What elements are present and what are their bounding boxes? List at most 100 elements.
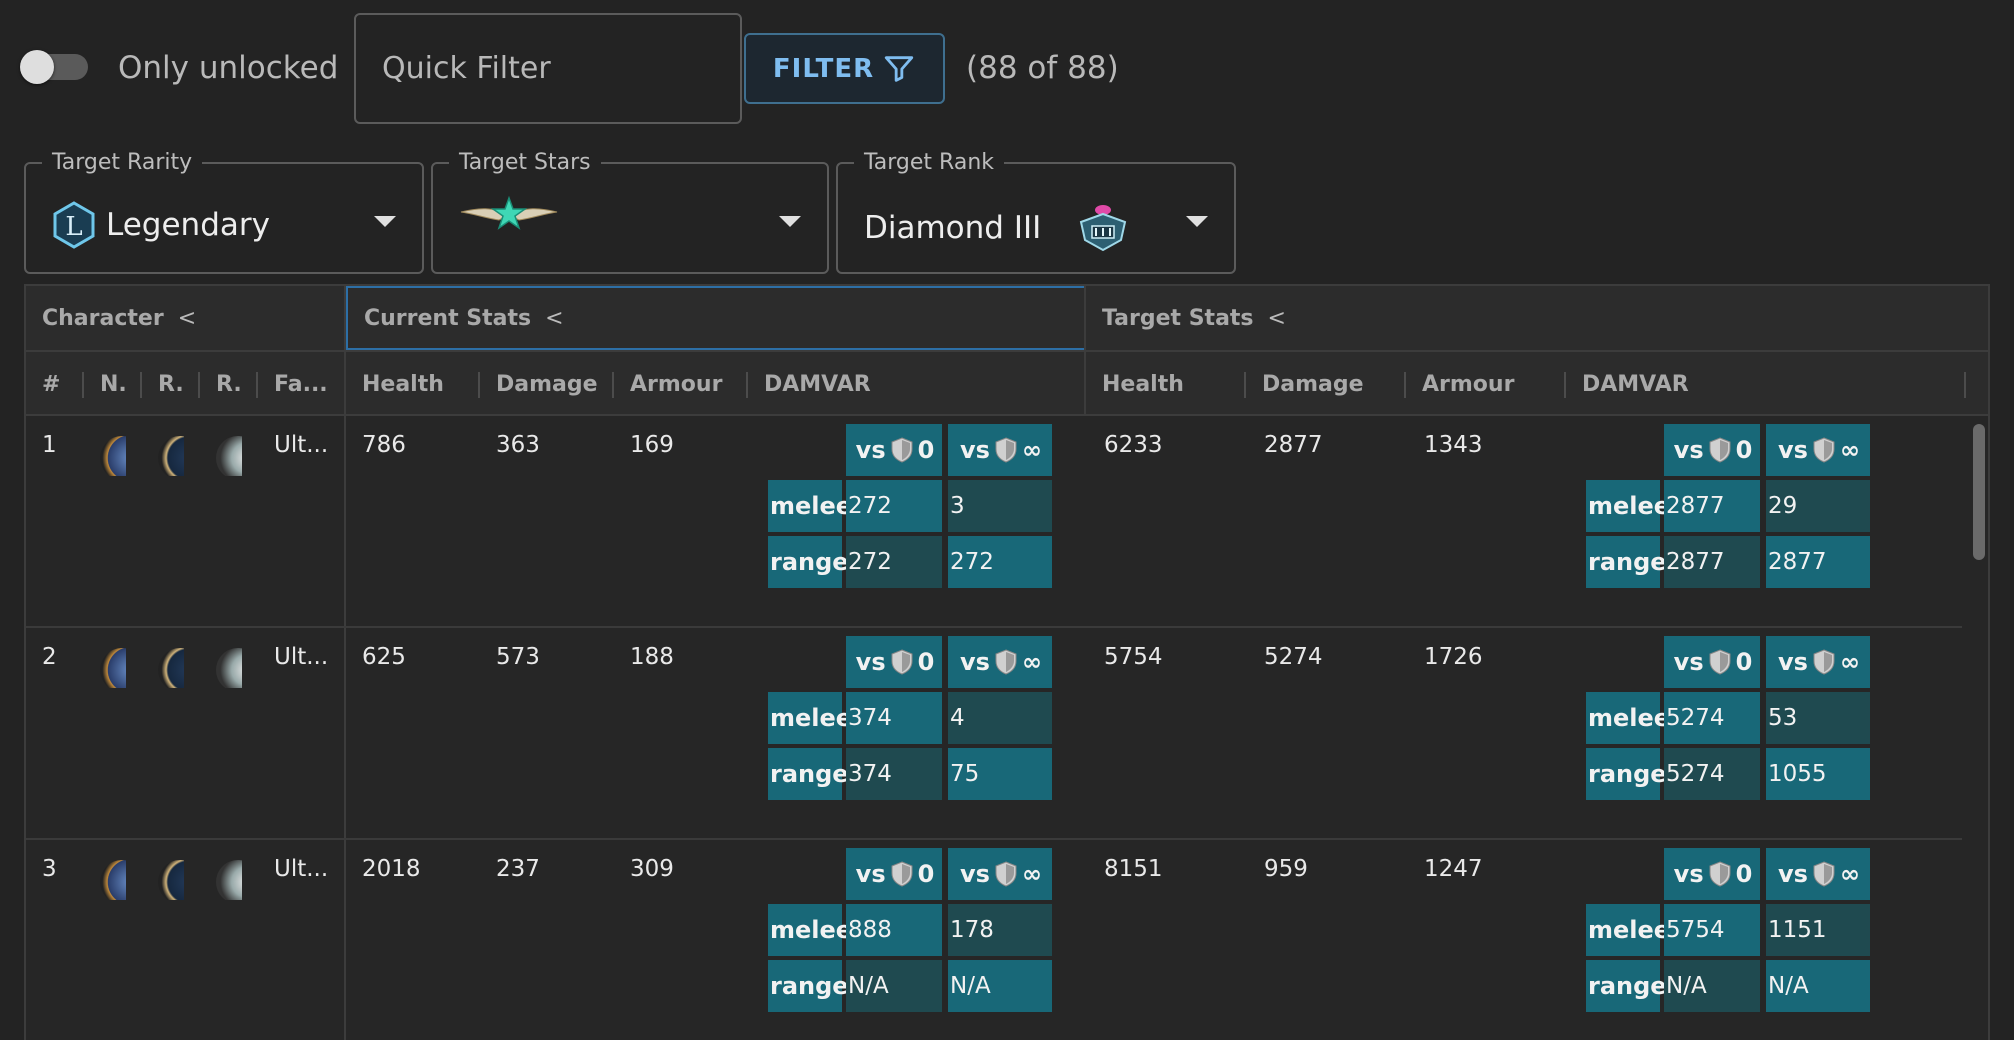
melee-label: melee	[768, 904, 852, 956]
shield-icon	[891, 861, 913, 887]
melee-vs-zero: 2877	[1664, 480, 1760, 532]
range-vs-zero: 374	[846, 748, 942, 800]
vs-zero-armour-header: vs 0	[1664, 636, 1760, 688]
row-faction: Ult...	[274, 644, 329, 670]
col-current-health[interactable]: Health	[346, 352, 480, 416]
chevron-left-icon[interactable]: <	[1268, 306, 1286, 331]
target-rank-value: Diamond III	[864, 210, 1042, 246]
col-faction[interactable]: Fa...	[258, 352, 346, 416]
col-rarity[interactable]: R.	[142, 352, 200, 416]
col-target-armour[interactable]: Armour	[1406, 352, 1566, 416]
col-current-damage[interactable]: Damage	[480, 352, 614, 416]
current-damage: 363	[496, 432, 540, 458]
target-armour: 1726	[1424, 644, 1483, 670]
col-rank[interactable]: R.	[200, 352, 258, 416]
melee-label: melee	[1586, 692, 1670, 744]
col-number[interactable]: #	[26, 352, 84, 416]
vertical-scrollbar[interactable]	[1966, 416, 1988, 1040]
melee-vs-inf: 53	[1766, 692, 1870, 744]
current-damage: 237	[496, 856, 540, 882]
table-row[interactable]: 2 Ult... 625 573 188 vs 0 vs ∞ melee 374 4 rang…	[26, 628, 1962, 840]
target-damage: 5274	[1264, 644, 1323, 670]
range-label: range	[1586, 748, 1667, 800]
melee-label: melee	[1586, 904, 1670, 956]
shield-icon	[1813, 861, 1835, 887]
only-unlocked-label: Only unlocked	[118, 50, 339, 86]
col-current-damvar[interactable]: DAMVAR	[748, 352, 1086, 416]
quick-filter-input[interactable]	[354, 13, 742, 124]
rank-badge-icon	[216, 436, 242, 476]
table-row[interactable]: 3 Ult... 2018 237 309 vs 0 vs ∞ melee 888 178 r…	[26, 840, 1962, 1040]
vs-inf-armour-header: vs ∞	[1766, 636, 1870, 688]
target-rarity-value: Legendary	[106, 207, 270, 243]
shield-icon	[891, 649, 913, 675]
current-health: 625	[362, 644, 406, 670]
range-vs-inf: 75	[948, 748, 1052, 800]
range-label: range	[768, 536, 849, 588]
vs-zero-armour-header: vs 0	[846, 848, 942, 900]
shield-icon	[1813, 649, 1835, 675]
chevron-down-icon	[374, 216, 396, 227]
table-row[interactable]: 1 Ult... 786 363 169 vs 0 vs ∞ melee 272 3 rang…	[26, 416, 1962, 628]
col-current-armour[interactable]: Armour	[614, 352, 748, 416]
target-rarity-select[interactable]: Target Rarity L Legendary	[24, 150, 424, 274]
filter-button-label: FILTER	[772, 53, 875, 84]
melee-vs-zero: 272	[846, 480, 942, 532]
character-stats-grid: Character < Current Stats < Target Stats < …	[24, 284, 1990, 1040]
current-health: 786	[362, 432, 406, 458]
range-vs-inf: 2877	[1766, 536, 1870, 588]
result-count: (88 of 88)	[966, 50, 1119, 86]
shield-icon	[891, 437, 913, 463]
target-stars-label: Target Stars	[449, 150, 601, 175]
range-vs-inf: 272	[948, 536, 1052, 588]
col-target-damage[interactable]: Damage	[1246, 352, 1406, 416]
row-number: 2	[42, 644, 57, 670]
legendary-rarity-icon: L	[53, 201, 95, 249]
character-portrait-icon	[100, 860, 126, 900]
group-character[interactable]: Character <	[26, 286, 346, 350]
melee-vs-zero: 374	[846, 692, 942, 744]
melee-vs-inf: 4	[948, 692, 1052, 744]
rarity-badge-icon	[158, 648, 184, 688]
character-portrait-icon	[100, 648, 126, 688]
target-stars-select[interactable]: Target Stars	[431, 150, 829, 274]
current-armour: 188	[630, 644, 674, 670]
character-portrait-icon	[100, 436, 126, 476]
melee-vs-inf: 1151	[1766, 904, 1870, 956]
group-current-stats[interactable]: Current Stats <	[346, 286, 1086, 350]
row-number: 1	[42, 432, 57, 458]
melee-label: melee	[768, 692, 852, 744]
rarity-badge-icon	[158, 860, 184, 900]
col-name[interactable]: N.	[84, 352, 142, 416]
row-faction: Ult...	[274, 856, 329, 882]
col-target-damvar[interactable]: DAMVAR	[1566, 352, 1966, 416]
chevron-left-icon[interactable]: <	[178, 306, 196, 331]
svg-text:L: L	[65, 212, 82, 242]
diamond-rank-icon	[1080, 205, 1127, 252]
winged-star-icon	[460, 195, 558, 230]
vs-zero-armour-header: vs 0	[1664, 424, 1760, 476]
range-label: range	[768, 960, 849, 1012]
rank-badge-icon	[216, 648, 242, 688]
chevron-left-icon[interactable]: <	[545, 306, 563, 331]
vs-zero-armour-header: vs 0	[846, 424, 942, 476]
current-armour: 309	[630, 856, 674, 882]
only-unlocked-toggle[interactable]	[20, 50, 94, 84]
group-target-stats[interactable]: Target Stats <	[1086, 286, 1966, 350]
range-vs-zero: 272	[846, 536, 942, 588]
col-target-health[interactable]: Health	[1086, 352, 1246, 416]
shield-icon	[995, 861, 1017, 887]
melee-vs-zero: 5274	[1664, 692, 1760, 744]
target-armour: 1247	[1424, 856, 1483, 882]
target-rank-select[interactable]: Target Rank Diamond III	[836, 150, 1236, 274]
melee-label: melee	[1586, 480, 1670, 532]
vs-inf-armour-header: vs ∞	[948, 424, 1052, 476]
rarity-badge-icon	[158, 436, 184, 476]
filter-button[interactable]: FILTER	[744, 33, 945, 104]
current-damage: 573	[496, 644, 540, 670]
current-armour: 169	[630, 432, 674, 458]
chevron-down-icon	[779, 216, 801, 227]
range-vs-zero: N/A	[846, 960, 942, 1012]
range-vs-zero: 5274	[1664, 748, 1760, 800]
column-group-header: Character < Current Stats < Target Stats <	[26, 286, 1988, 352]
